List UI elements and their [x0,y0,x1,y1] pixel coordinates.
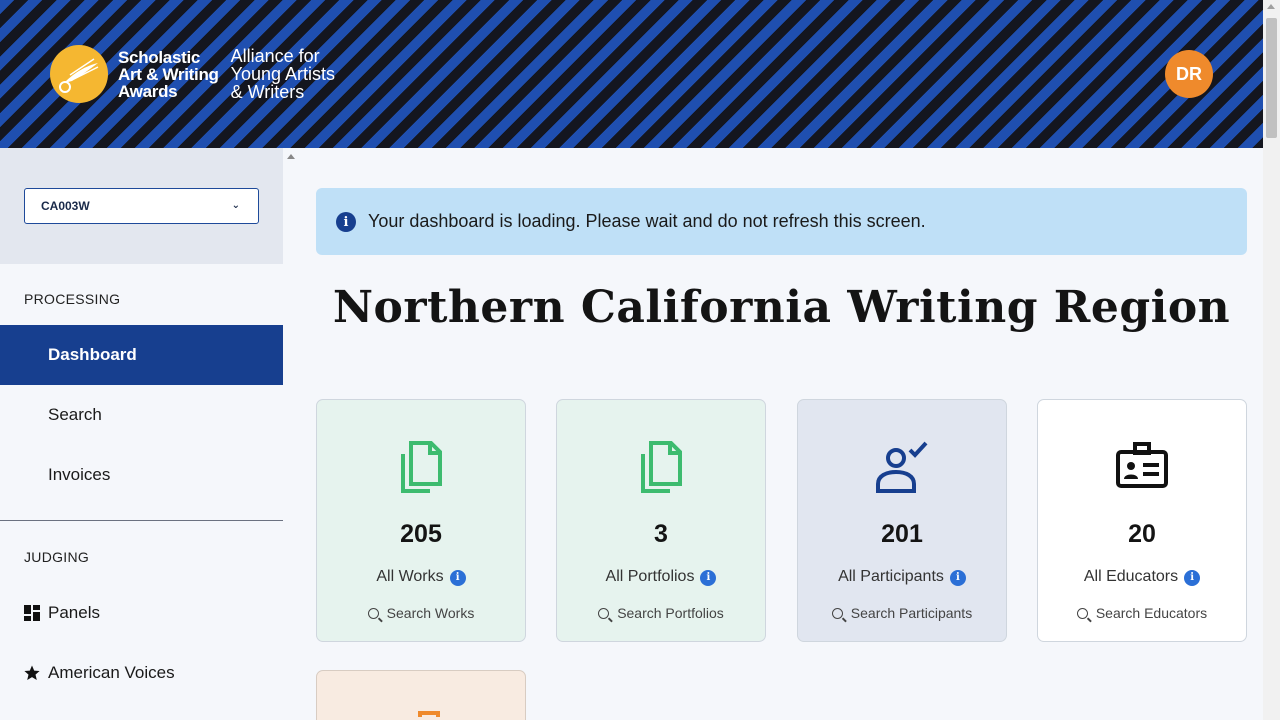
card-count: 3 [654,520,668,548]
region-select[interactable]: CA003W ⌄ [24,188,259,224]
card-label-text: All Educators [1083,568,1179,585]
card-count: 205 [400,520,442,548]
card-label-text: All Works [376,568,444,585]
card-label: All Works i [317,568,525,586]
sidebar-item-dashboard[interactable]: Dashboard [0,325,283,385]
sidebar-item-label: Dashboard [48,345,137,364]
card-all-works[interactable]: 205 All Works i Search Works [316,399,526,642]
card-search-link[interactable]: Search Works [317,605,525,621]
star-icon [24,665,40,686]
search-icon [367,608,379,619]
info-icon[interactable]: i [449,570,466,586]
sidebar-region-panel: CA003W ⌄ [0,148,283,264]
avatar[interactable]: DR [1165,50,1213,98]
card-search-text: Search Educators [1095,605,1208,621]
card-all-educators[interactable]: 20 All Educators i Search Educators [1037,399,1247,642]
logo-sub-text: Alliance for Young Artists & Writers [230,46,336,102]
processing-section-label: PROCESSING [24,291,121,307]
scroll-up-icon[interactable] [1267,4,1275,9]
info-icon[interactable]: i [949,570,966,586]
alert-text: Your dashboard is loading. Please wait a… [368,211,926,231]
sidebar: CA003W ⌄ PROCESSING Dashboard Search Inv… [0,148,283,720]
sidebar-item-label: American Voices [48,663,175,682]
user-check-icon [798,440,1006,494]
chevron-down-icon: ⌄ [231,200,240,211]
card-label: All Portfolios i [557,568,765,586]
card-search-link[interactable]: Search Portfolios [557,605,765,621]
card-label-text: All Participants [838,568,944,585]
page-scrollbar[interactable] [1263,0,1280,720]
info-icon: i [336,212,356,232]
document-icon [317,440,525,494]
loading-alert: Your dashboard is loading. Please wait a… [316,188,1247,255]
judging-section-label: JUDGING [24,549,90,565]
sidebar-scrollbar[interactable] [283,148,300,720]
card-label: All Educators i [1038,568,1246,586]
search-icon [598,608,610,619]
sidebar-item-search[interactable]: Search [0,385,283,445]
header: Scholastic Art & Writing Awards Alliance… [0,0,1263,148]
sidebar-item-invoices[interactable]: Invoices [0,445,283,505]
card-search-link[interactable]: Search Participants [798,605,1006,621]
sidebar-item-american-voices[interactable]: American Voices [0,643,283,703]
card-count: 20 [1128,520,1156,548]
calendar-icon [418,711,440,717]
page-title: Northern California Writing Region [332,282,1231,333]
card-label: All Participants i [798,568,1006,586]
scholastic-logo-icon [50,45,108,103]
scroll-up-icon[interactable] [287,154,295,159]
grid-icon [24,605,40,626]
card-partial[interactable] [316,670,526,720]
id-card-icon [1038,440,1246,490]
sidebar-item-panels[interactable]: Panels [0,583,283,643]
card-count: 201 [881,520,923,548]
logo-main-text: Scholastic Art & Writing Awards [118,47,219,101]
info-icon[interactable]: i [1184,570,1201,586]
sidebar-item-label: Search [48,405,102,424]
sidebar-divider [0,520,283,521]
search-icon [1076,608,1088,619]
card-all-portfolios[interactable]: 3 All Portfolios i Search Portfolios [556,399,766,642]
document-icon [557,440,765,494]
region-select-value: CA003W [41,199,90,213]
card-search-text: Search Portfolios [617,605,724,621]
info-icon[interactable]: i [700,570,717,586]
card-search-text: Search Participants [850,605,973,621]
scroll-thumb[interactable] [1266,18,1277,138]
card-label-text: All Portfolios [605,568,695,585]
sidebar-item-label: Invoices [48,465,111,484]
search-icon [831,608,843,619]
card-search-text: Search Works [386,605,475,621]
card-all-participants[interactable]: 201 All Participants i Search Participant… [797,399,1007,642]
logo[interactable]: Scholastic Art & Writing Awards Alliance… [50,45,335,103]
card-search-link[interactable]: Search Educators [1038,605,1246,621]
sidebar-item-label: Panels [48,603,100,622]
